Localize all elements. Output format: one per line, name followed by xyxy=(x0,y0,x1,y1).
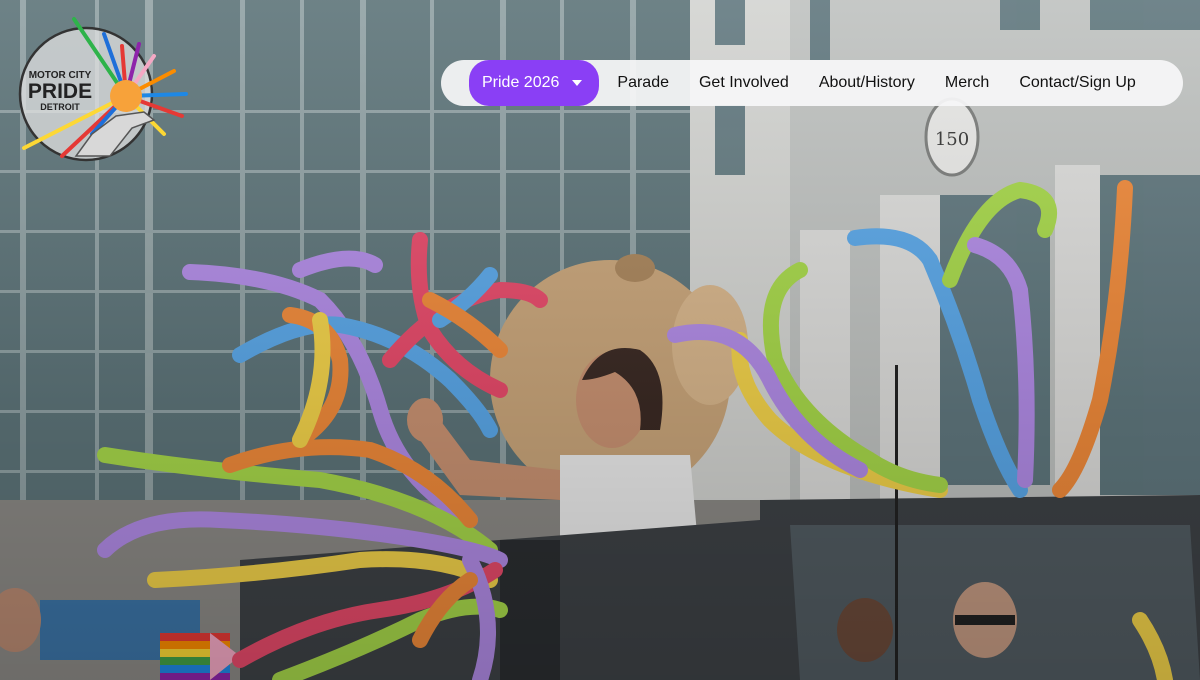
truck-antenna xyxy=(895,365,898,680)
building-number: 150 xyxy=(935,129,969,150)
hero-section: 150 MOTOR CITY PRIDE DETROIT Pride 2026 … xyxy=(0,0,1200,680)
caret-down-icon[interactable] xyxy=(572,80,583,86)
nav-item-get-involved[interactable]: Get Involved xyxy=(699,60,789,106)
pride-flag xyxy=(160,633,240,680)
logo-line2: PRIDE xyxy=(28,80,92,103)
nav-item-merch[interactable]: Merch xyxy=(945,60,989,106)
nav-item-pride-2026[interactable]: Pride 2026 xyxy=(469,60,600,106)
main-navigation: Pride 2026 Parade Get Involved About/His… xyxy=(441,60,1183,106)
nav-item-parade[interactable]: Parade xyxy=(617,60,669,106)
nav-item-contact-sign-up[interactable]: Contact/Sign Up xyxy=(1019,60,1136,106)
nav-item-about-history[interactable]: About/History xyxy=(819,60,915,106)
nav-item-label: Pride 2026 xyxy=(482,74,560,91)
logo-sun-icon xyxy=(110,80,142,112)
motor-city-pride-logo[interactable]: MOTOR CITY PRIDE DETROIT xyxy=(14,16,194,166)
logo-line3: DETROIT xyxy=(40,102,80,112)
truck-door-frame xyxy=(500,540,560,680)
passenger-head-1 xyxy=(837,598,893,662)
person-hand xyxy=(407,398,443,442)
